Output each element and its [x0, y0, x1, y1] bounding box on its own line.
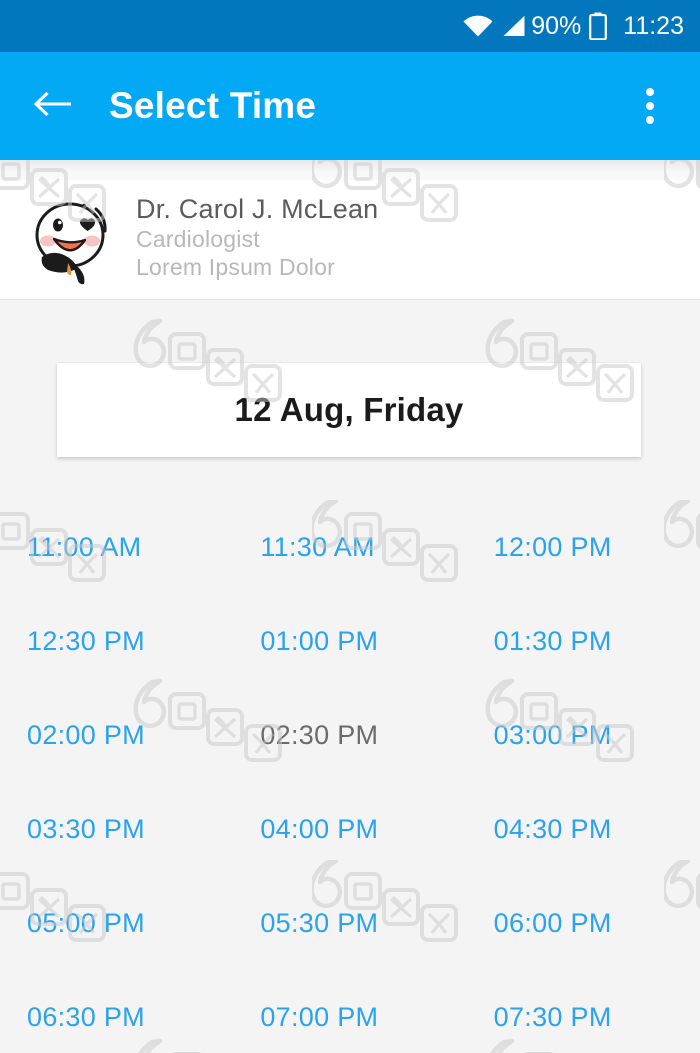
time-slot[interactable]: 03:30 PM	[0, 782, 233, 876]
time-slot[interactable]: 05:30 PM	[233, 876, 466, 970]
battery-icon	[589, 12, 608, 40]
doctor-profile-card[interactable]: Dr. Carol J. McLean Cardiologist Lorem I…	[0, 180, 700, 300]
back-arrow-icon	[33, 89, 73, 124]
time-slot[interactable]: 07:00 PM	[233, 970, 466, 1053]
status-bar: 90% 11:23	[0, 0, 700, 52]
status-bar-clock: 11:23	[623, 11, 684, 40]
time-slot[interactable]: 11:00 AM	[0, 500, 233, 594]
date-selector-card[interactable]: 12 Aug, Friday	[57, 363, 641, 457]
time-slot[interactable]: 12:30 PM	[0, 594, 233, 688]
wifi-icon	[463, 15, 493, 37]
time-slot[interactable]: 12:00 PM	[467, 500, 700, 594]
cellular-signal-icon	[502, 15, 526, 37]
time-slot[interactable]: 02:00 PM	[0, 688, 233, 782]
doctor-name: Dr. Carol J. McLean	[136, 193, 379, 224]
time-slot[interactable]: 05:00 PM	[0, 876, 233, 970]
back-button[interactable]	[33, 86, 73, 126]
app-bar: Select Time	[0, 52, 700, 160]
doctor-avatar-cartoon-face	[20, 191, 120, 291]
overflow-dot	[646, 116, 654, 124]
time-slot: 02:30 PM	[260, 719, 379, 750]
overflow-menu-icon[interactable]	[628, 84, 672, 128]
overflow-dot	[646, 88, 654, 96]
app-bar-shadow	[0, 160, 700, 180]
phone-screen: 90% 11:23 Select Time Dr. Carol J. McLea…	[0, 0, 700, 1053]
doctor-info: Dr. Carol J. McLean Cardiologist Lorem I…	[136, 194, 378, 282]
doctor-description: Lorem Ipsum Dolor	[136, 254, 335, 281]
page-title: Select Time	[109, 85, 317, 126]
time-slot[interactable]: 07:30 PM	[467, 970, 700, 1053]
doctor-specialty: Cardiologist	[136, 226, 260, 253]
battery-percent-label: 90%	[531, 11, 582, 40]
time-slot[interactable]: 06:30 PM	[0, 970, 233, 1053]
time-slot[interactable]: 01:00 PM	[233, 594, 466, 688]
time-slot[interactable]: 01:30 PM	[467, 594, 700, 688]
selected-date-label: 12 Aug, Friday	[234, 391, 464, 428]
time-slot-grid: 11:00 AM 11:30 AM 12:00 PM 12:30 PM 01:00 PM…	[0, 500, 700, 1053]
time-slot[interactable]: 04:30 PM	[467, 782, 700, 876]
overflow-dot	[646, 102, 654, 110]
time-slot[interactable]: 03:00 PM	[467, 688, 700, 782]
time-slot[interactable]: 04:00 PM	[233, 782, 466, 876]
time-slot[interactable]: 11:30 AM	[233, 500, 466, 594]
time-slot[interactable]: 06:00 PM	[467, 876, 700, 970]
